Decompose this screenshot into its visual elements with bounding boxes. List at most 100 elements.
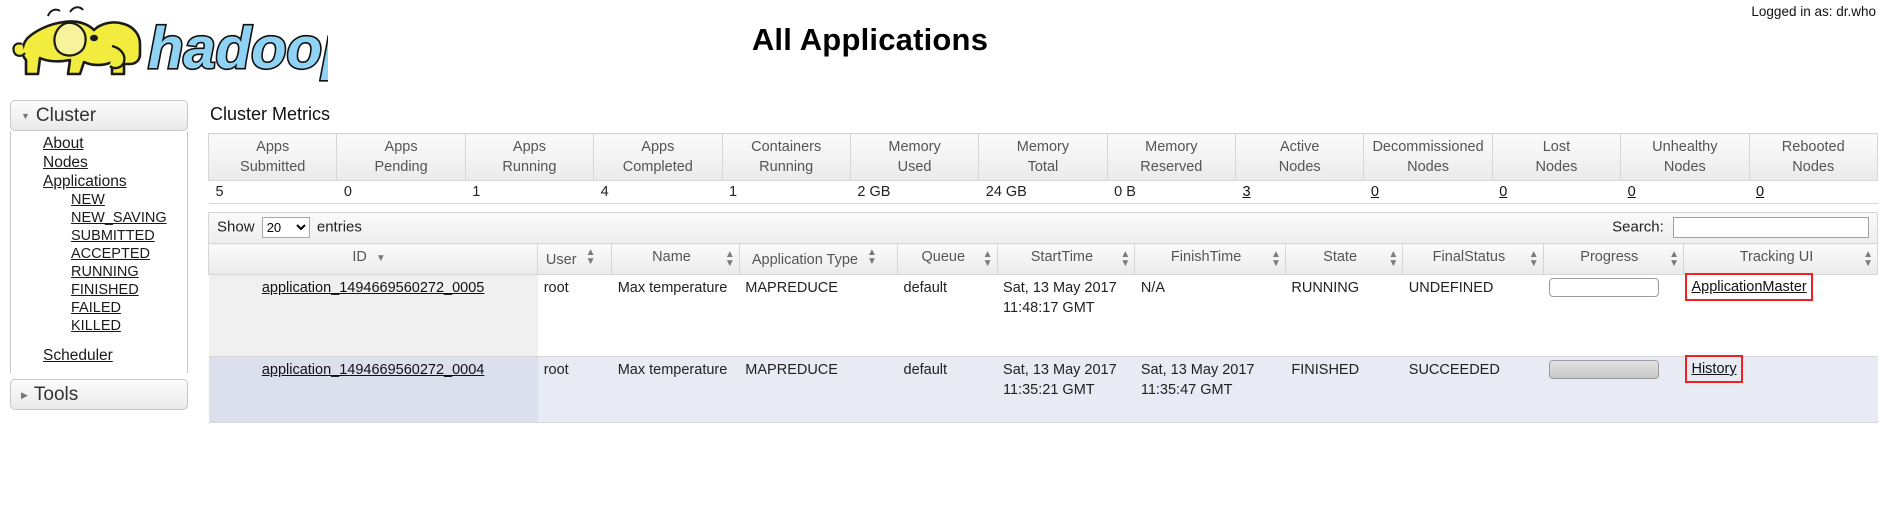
column-header-state[interactable]: State ▲ ▼ [1284, 243, 1404, 275]
cell-application-type: MAPREDUCE [739, 356, 898, 423]
column-header-tracking-ui[interactable]: Tracking UI ▲ ▼ [1682, 243, 1879, 275]
metrics-value-containers-running: 1 [722, 180, 851, 204]
sidebar-item-submitted[interactable]: SUBMITTED [11, 227, 187, 245]
sidebar-item-about[interactable]: About [11, 134, 187, 153]
sidebar-item-accepted[interactable]: ACCEPTED [11, 245, 187, 263]
cell-user: root [537, 356, 612, 423]
expand-triangle-right-icon: ▶ [21, 389, 28, 400]
sidebar-item-applications[interactable]: Applications [11, 172, 187, 191]
column-header-label: Tracking UI [1739, 249, 1814, 265]
applications-table: ID ▼ User ▲ ▼ Name ▲ ▼ Application Type ▲ ▼ [207, 243, 1879, 423]
metrics-col-line2: Used [897, 159, 932, 175]
metrics-col-lost-nodes: Lost Nodes [1491, 133, 1622, 181]
sidebar-cluster-links: About Nodes Applications NEW NEW_SAVING … [10, 131, 188, 374]
metrics-value-unhealthy-nodes[interactable]: 0 [1628, 184, 1636, 200]
show-label: Show [217, 218, 255, 236]
sidebar-item-scheduler[interactable]: Scheduler [11, 346, 187, 365]
metrics-value-apps-running: 1 [465, 180, 594, 204]
sidebar-item-failed[interactable]: FAILED [11, 299, 187, 317]
column-header-finalstatus[interactable]: FinalStatus ▲ ▼ [1402, 243, 1544, 275]
main-content: Cluster Metrics Apps Submitted Apps Pend… [207, 100, 1888, 423]
table-row[interactable]: application_1494669560272_0004 root Max … [208, 355, 1878, 423]
metrics-col-line1: Rebooted [1781, 139, 1845, 155]
column-header-application-type[interactable]: Application Type ▲ ▼ [738, 243, 899, 275]
sidebar-item-new[interactable]: NEW [11, 191, 187, 209]
metrics-col-line1: Decommissioned [1372, 139, 1484, 155]
metrics-col-line1: Apps [641, 139, 675, 155]
cell-progress [1543, 356, 1684, 423]
column-header-starttime[interactable]: StartTime ▲ ▼ [996, 243, 1136, 275]
sort-both-icon: ▲ ▼ [982, 249, 993, 269]
metrics-col-line2: Pending [374, 159, 428, 175]
cell-user: root [537, 274, 612, 357]
cell-queue: default [897, 274, 998, 357]
cluster-metrics-value-row: 5 0 1 4 1 2 GB 24 GB 0 B 3 0 0 0 0 [208, 180, 1878, 204]
metrics-value-active-nodes[interactable]: 3 [1243, 184, 1251, 200]
column-header-label: ID [352, 249, 367, 265]
cell-finishtime: Sat, 13 May 2017 11:35:47 GMT [1134, 356, 1286, 423]
progress-bar [1549, 278, 1660, 297]
sort-both-icon: ▲ ▼ [1863, 249, 1873, 269]
column-header-id[interactable]: ID ▼ [207, 243, 539, 275]
cluster-metrics-header-row: Apps Submitted Apps Pending Apps Running… [207, 133, 1878, 181]
cell-progress [1543, 274, 1684, 357]
application-id-link[interactable]: application_1494669560272_0005 [262, 280, 485, 296]
metrics-value-rebooted-nodes[interactable]: 0 [1756, 184, 1764, 200]
metrics-value-decommissioned-nodes[interactable]: 0 [1371, 184, 1379, 200]
sort-both-icon: ▲ ▼ [1120, 249, 1131, 269]
cell-name: Max temperature [611, 274, 740, 357]
metrics-col-line1: Lost [1542, 139, 1571, 155]
metrics-col-active-nodes: Active Nodes [1234, 133, 1365, 181]
datatable-toolbar: Show 20 40 60 80 100 entries Search: [208, 212, 1878, 243]
metrics-col-line2: Running [759, 159, 814, 175]
metrics-col-line1: Apps [384, 139, 418, 155]
cell-application-type: MAPREDUCE [739, 274, 898, 357]
metrics-col-memory-used: Memory Used [849, 133, 980, 181]
column-header-name[interactable]: Name ▲ ▼ [611, 243, 740, 275]
application-id-link[interactable]: application_1494669560272_0004 [262, 362, 485, 378]
sort-both-icon: ▲ ▼ [1528, 249, 1539, 269]
sidebar-item-nodes[interactable]: Nodes [11, 153, 187, 172]
column-header-user[interactable]: User ▲ ▼ [537, 243, 613, 275]
metrics-col-line1: Apps [512, 139, 546, 155]
metrics-value-lost-nodes[interactable]: 0 [1499, 184, 1507, 200]
metrics-col-line2: Completed [622, 159, 693, 175]
column-header-label: Queue [921, 249, 966, 265]
metrics-col-line2: Nodes [1792, 159, 1835, 175]
column-header-queue[interactable]: Queue ▲ ▼ [897, 243, 998, 275]
show-entries-control: Show 20 40 60 80 100 entries [217, 217, 362, 238]
page-header: hadoop All Applications Logged in as: dr… [0, 0, 1888, 96]
sidebar-item-finished[interactable]: FINISHED [11, 281, 187, 299]
metrics-col-decommissioned-nodes: Decommissioned Nodes [1363, 133, 1493, 181]
sidebar-section-cluster-label: Cluster [35, 105, 97, 126]
cell-queue: default [897, 356, 998, 423]
search-input[interactable] [1673, 217, 1869, 238]
sidebar-section-cluster[interactable]: ▼ Cluster [10, 100, 188, 132]
column-header-progress[interactable]: Progress ▲ ▼ [1542, 243, 1684, 275]
metrics-value-memory-used: 2 GB [850, 180, 979, 204]
column-header-label: Name [652, 249, 691, 265]
metrics-value-apps-completed: 4 [593, 180, 722, 204]
cell-application-id: application_1494669560272_0005 [208, 274, 538, 357]
sidebar-section-tools-label: Tools [33, 384, 79, 406]
collapse-triangle-down-icon: ▼ [21, 111, 30, 121]
sidebar-item-killed[interactable]: KILLED [11, 317, 187, 335]
entries-per-page-select[interactable]: 20 40 60 80 100 [261, 217, 310, 238]
column-header-finishtime[interactable]: FinishTime ▲ ▼ [1134, 243, 1286, 275]
annotation-box: ApplicationMaster [1685, 273, 1813, 301]
metrics-col-unhealthy-nodes: Unhealthy Nodes [1620, 133, 1750, 181]
tracking-ui-link[interactable]: ApplicationMaster [1691, 277, 1806, 297]
sidebar-section-tools[interactable]: ▶ Tools [10, 379, 188, 411]
tracking-ui-link[interactable]: History [1691, 359, 1736, 379]
metrics-col-line2: Nodes [1407, 159, 1450, 175]
metrics-col-line2: Submitted [240, 159, 306, 175]
sidebar: ▼ Cluster About Nodes Applications NEW NE… [10, 100, 188, 411]
sidebar-item-running[interactable]: RUNNING [11, 263, 187, 281]
column-header-label: User [545, 252, 577, 268]
metrics-col-line1: Memory [1016, 139, 1070, 155]
cell-tracking-ui: History [1683, 355, 1878, 423]
page-title: All Applications [751, 22, 989, 57]
metrics-col-rebooted-nodes: Rebooted Nodes [1748, 133, 1878, 181]
table-row[interactable]: application_1494669560272_0005 root Max … [208, 273, 1878, 357]
sidebar-item-new-saving[interactable]: NEW_SAVING [11, 209, 187, 227]
